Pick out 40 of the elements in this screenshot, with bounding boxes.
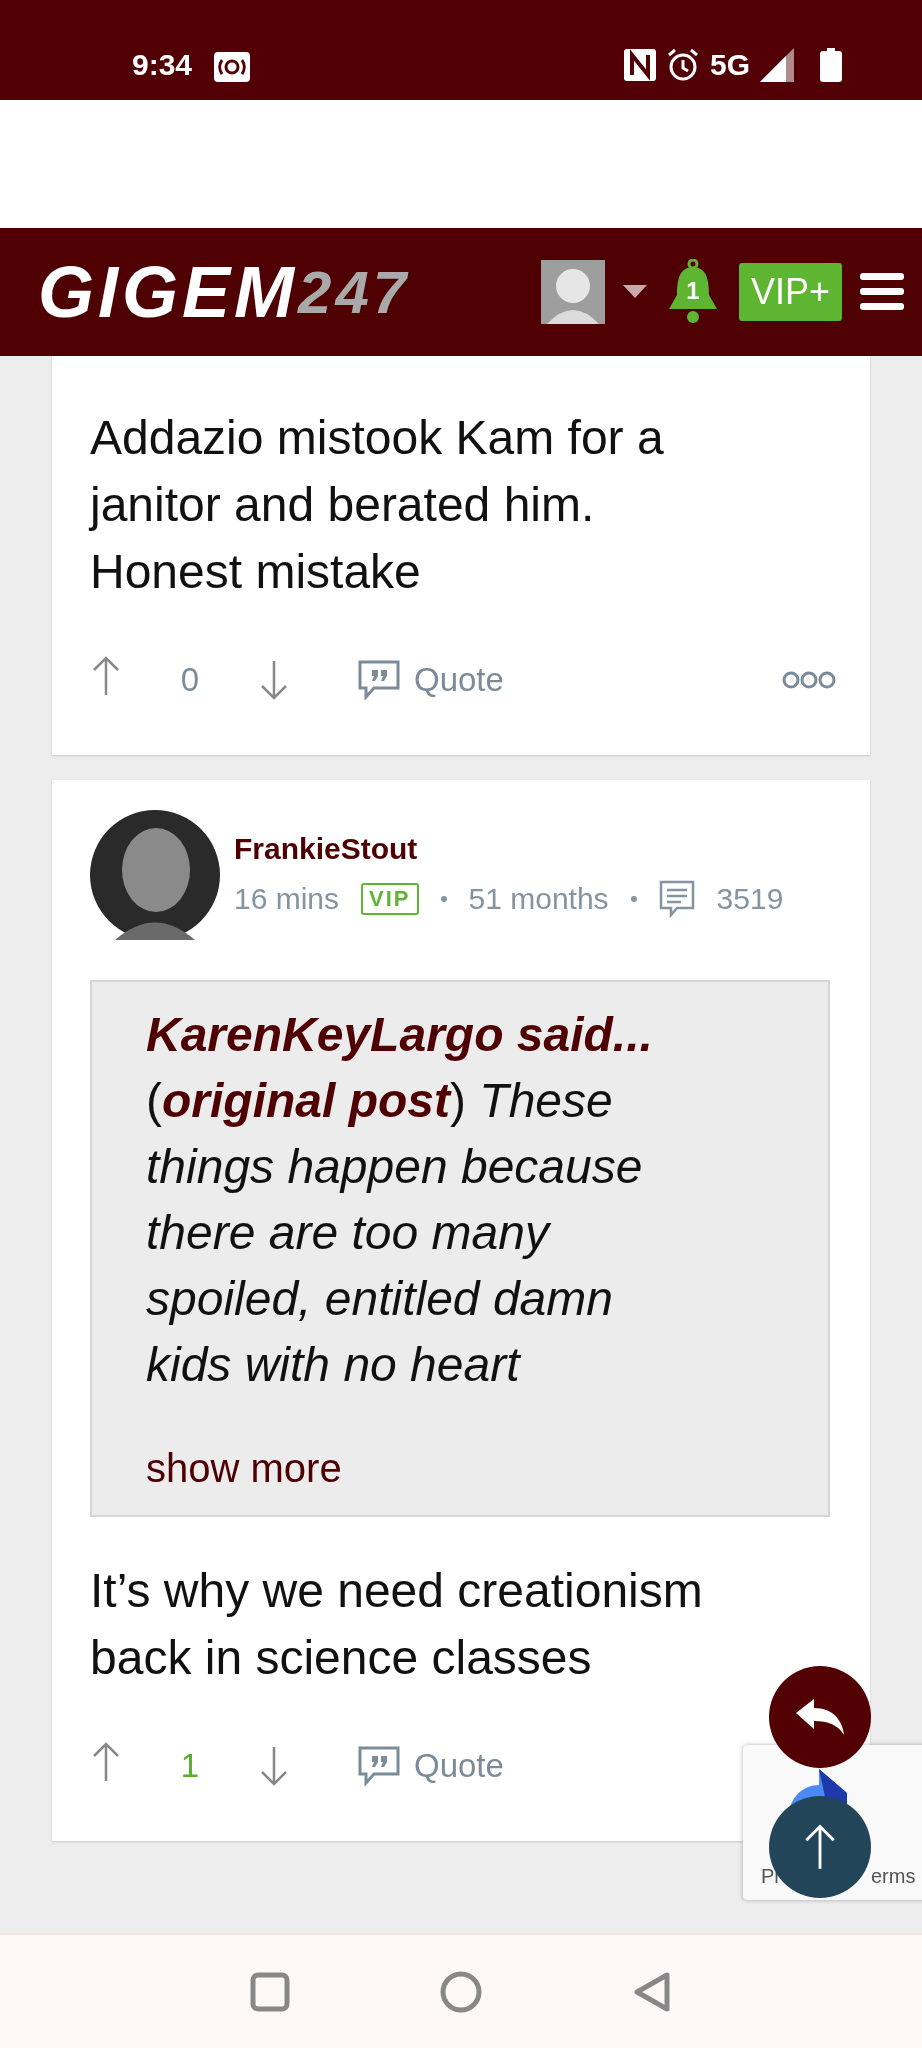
comment-icon <box>658 880 695 918</box>
menu-icon[interactable] <box>860 273 904 311</box>
downvote-icon[interactable] <box>260 660 288 700</box>
quote-text: (original post) These things happen because there are too many spoiled, entitled damn kids with no heart <box>146 1073 644 1393</box>
author-name[interactable]: FrankieStout <box>234 832 784 866</box>
caret-icon[interactable] <box>622 285 647 299</box>
post-text: Addazio mistook Kam for a janitor and berated him. Honest mistake <box>90 410 665 600</box>
show-more-link[interactable]: show more <box>146 1446 342 1491</box>
quote-attribution: KarenKeyLargo said... <box>146 1007 654 1063</box>
vip-button[interactable]: VIP+ <box>738 263 842 321</box>
user-avatar[interactable] <box>540 260 605 324</box>
status-time: 9:34 <box>132 48 193 82</box>
home-icon[interactable] <box>440 1970 482 2013</box>
upvote-icon[interactable] <box>92 656 120 696</box>
captcha-text: erms <box>871 1865 916 1888</box>
post-time: 16 mins <box>234 882 340 916</box>
back-icon[interactable] <box>632 1970 672 2013</box>
quote-button[interactable]: Quote <box>358 660 504 700</box>
vote-count: 0 <box>179 661 201 699</box>
screen-record-icon <box>214 52 251 82</box>
battery-icon <box>820 48 842 82</box>
network-type: 5G <box>709 48 750 82</box>
downvote-icon[interactable] <box>260 1746 288 1786</box>
quote-button[interactable]: Quote <box>358 1746 504 1786</box>
site-logo[interactable]: GIGEM247 <box>38 251 411 333</box>
vip-badge: VIP <box>361 883 419 915</box>
post-text: It’s why we need creationism back in science classes <box>90 1563 704 1686</box>
post-count: 3519 <box>716 882 784 916</box>
alarm-icon <box>665 48 700 82</box>
quote-icon <box>358 660 400 700</box>
vote-count: 1 <box>179 1747 201 1785</box>
upvote-icon[interactable] <box>92 1742 120 1782</box>
notification-count: 1 <box>685 277 701 305</box>
signal-icon <box>760 48 794 82</box>
member-tenure: 51 months <box>468 882 609 916</box>
recents-icon[interactable] <box>250 1971 290 2012</box>
nfc-icon <box>623 49 656 81</box>
reply-icon[interactable] <box>794 1697 846 1737</box>
more-icon[interactable] <box>782 671 836 689</box>
quote-icon <box>358 1746 400 1786</box>
